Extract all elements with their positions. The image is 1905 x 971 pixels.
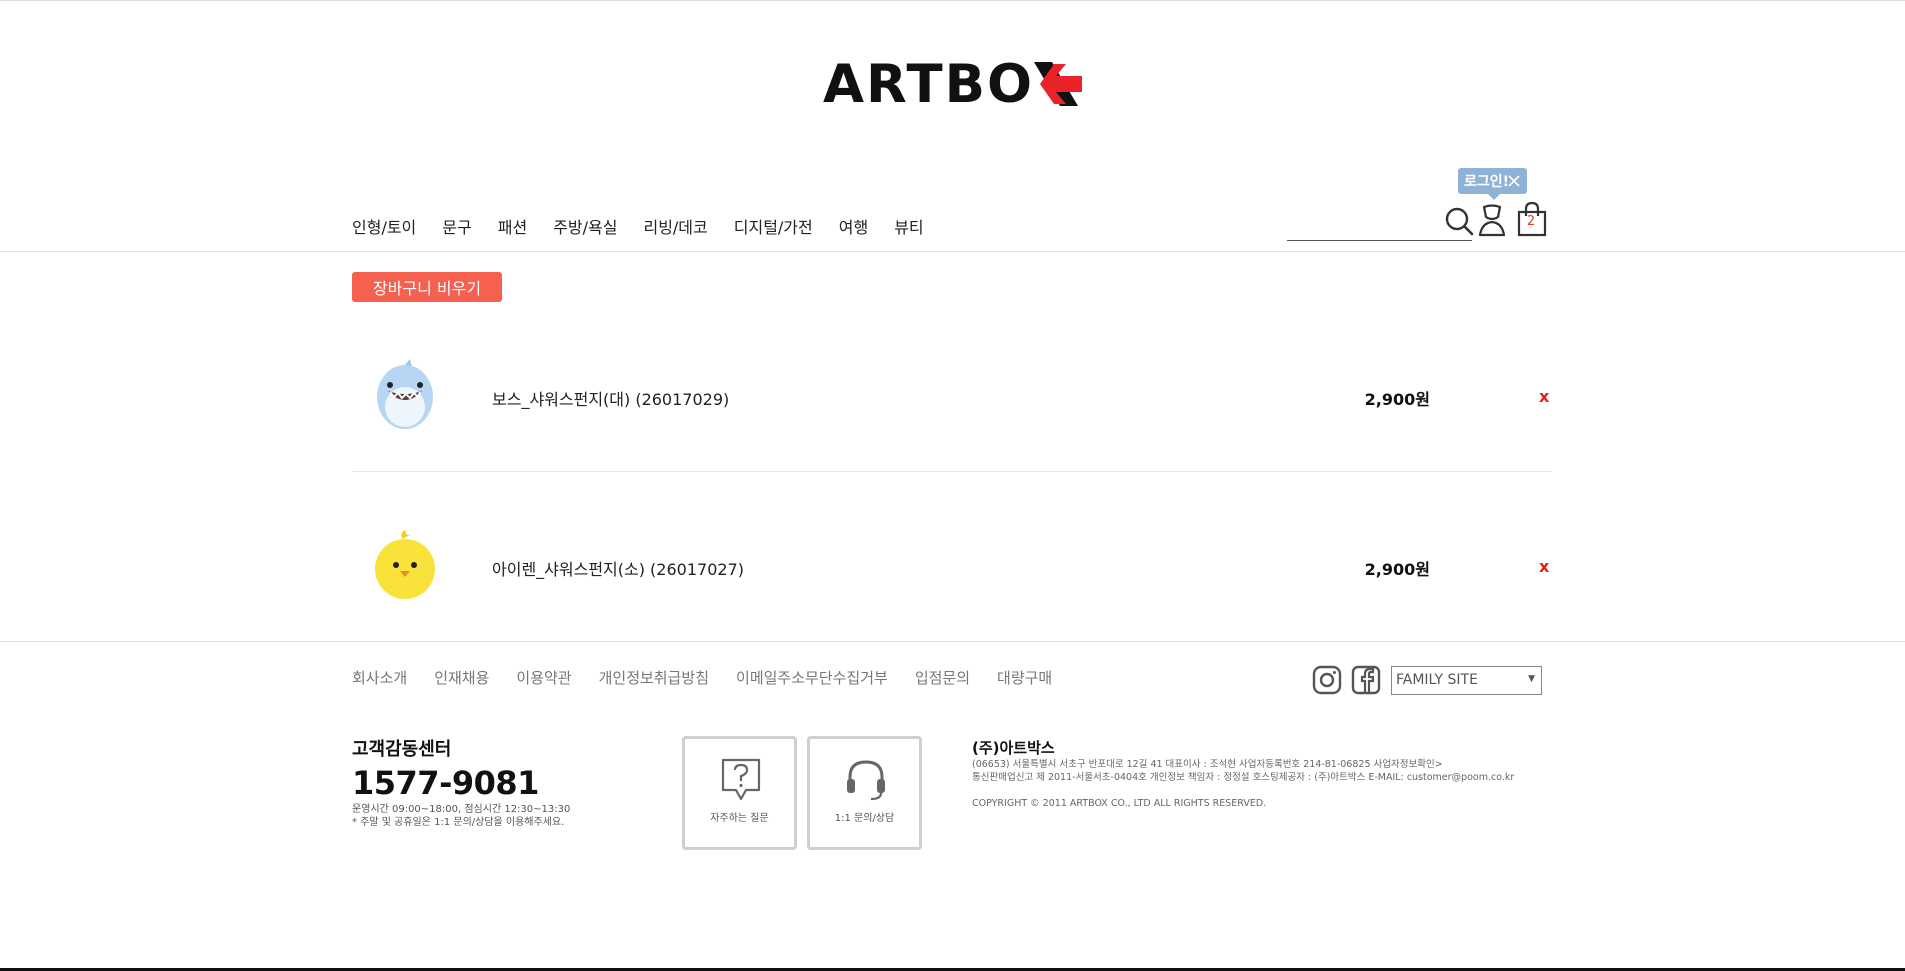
copyright: COPYRIGHT © 2011 ARTBOX CO., LTD ALL RIG… [972,798,1267,809]
chick-sponge-thumbnail[interactable] [372,527,438,601]
footer-link-email-policy[interactable]: 이메일주소무단수집거부 [736,667,888,688]
chevron-down-icon: ▼ [1528,674,1535,684]
nav-item-digital[interactable]: 디지털/가전 [734,214,813,238]
footer-link-careers[interactable]: 인재채용 [434,667,489,688]
headset-icon [847,760,885,801]
footer-links: 회사소개 인재채용 이용약관 개인정보취급방침 이메일주소무단수집거부 입점문의… [352,667,1079,688]
hours-text: 운영시간 09:00~18:00, 점심시간 12:30~13:30 [352,804,571,815]
cart-item: 아이렌_샤워스펀지(소) (26017027) 2,900원 x [352,480,1552,650]
search-input[interactable] [1287,202,1437,238]
search-box [1287,202,1474,241]
footer-link-company[interactable]: 회사소개 [352,667,407,688]
company-address: (06653) 서울특별시 서초구 반포대로 12길 41 대표이사 : 조석현… [972,759,1443,770]
company-name: (주)아트박스 [972,739,1055,757]
footer-link-privacy[interactable]: 개인정보취급방침 [599,667,709,688]
family-site-value: FAMILY SITE [1396,672,1478,688]
nav-item-stationery[interactable]: 문구 [442,214,471,238]
product-price: 2,900원 [1364,560,1430,579]
product-name[interactable]: 아이렌_샤워스펀지(소) (26017027) [492,556,744,580]
nav-item-toy[interactable]: 인형/토이 [352,214,416,238]
customer-center-hours: 운영시간 09:00~18:00, 점심시간 12:30~13:30 * 주말 … [352,803,570,829]
nav-item-travel[interactable]: 여행 [839,214,868,238]
search-icon[interactable] [1444,206,1474,236]
footer-link-partnership[interactable]: 입점문의 [915,667,970,688]
login-tooltip-text: 로그인! [1464,174,1510,190]
customer-center-title: 고객감동센터 [352,739,452,760]
footer-link-bulk-order[interactable]: 대량구매 [997,667,1052,688]
faq-button[interactable]: 자주하는 질문 [682,736,797,850]
facebook-icon[interactable] [1351,665,1381,695]
artbox-x-logo-mark [1034,62,1083,106]
nav-item-kitchen[interactable]: 주방/욕실 [553,214,617,238]
inquiry-label: 1:1 문의/상담 [834,813,895,824]
company-info: (06653) 서울특별시 서초구 반포대로 12길 41 대표이사 : 조석현… [972,758,1514,784]
top-border [0,0,1905,1]
cart-count-badge: 2 [1526,214,1536,229]
artbox-logo[interactable]: ARTBO [823,53,1086,115]
header-divider [0,251,1905,252]
user-icon[interactable] [1476,203,1508,237]
nav-item-beauty[interactable]: 뷰티 [894,214,923,238]
family-site-select[interactable]: FAMILY SITE ▼ [1391,666,1542,695]
nav-item-living[interactable]: 리빙/데코 [643,214,707,238]
cart-item: 보스_샤워스펀지(대) (26017029) 2,900원 x [352,310,1552,480]
company-registration: 통신판매업신고 제 2011-서울서초-0404호 개인정보 책임자 : 정정설… [972,772,1515,783]
logo-text: ARTBO [823,53,1035,115]
inquiry-button[interactable]: 1:1 문의/상담 [807,736,922,850]
footer-divider [0,641,1905,642]
customer-center-phone: 1577-9081 [352,764,539,802]
question-bubble-icon [721,758,761,801]
login-tooltip[interactable]: 로그인! [1458,168,1527,200]
instagram-icon[interactable] [1312,665,1342,695]
empty-cart-button[interactable]: 장바구니 비우기 [352,272,502,302]
product-name[interactable]: 보스_샤워스펀지(대) (26017029) [492,386,729,410]
faq-label: 자주하는 질문 [710,813,769,824]
remove-item-button[interactable]: x [1539,387,1549,406]
row-divider [352,471,1552,472]
footer-link-terms[interactable]: 이용약관 [516,667,571,688]
close-icon[interactable] [1507,174,1521,188]
category-nav: 인형/토이 문구 패션 주방/욕실 리빙/데코 디지털/가전 여행 뷰티 [352,214,950,238]
product-price: 2,900원 [1364,390,1430,409]
shark-sponge-thumbnail[interactable] [372,357,438,431]
nav-item-fashion[interactable]: 패션 [498,214,527,238]
hours-note: * 주말 및 공휴일은 1:1 문의/상담을 이용해주세요. [352,817,565,828]
remove-item-button[interactable]: x [1539,557,1549,576]
